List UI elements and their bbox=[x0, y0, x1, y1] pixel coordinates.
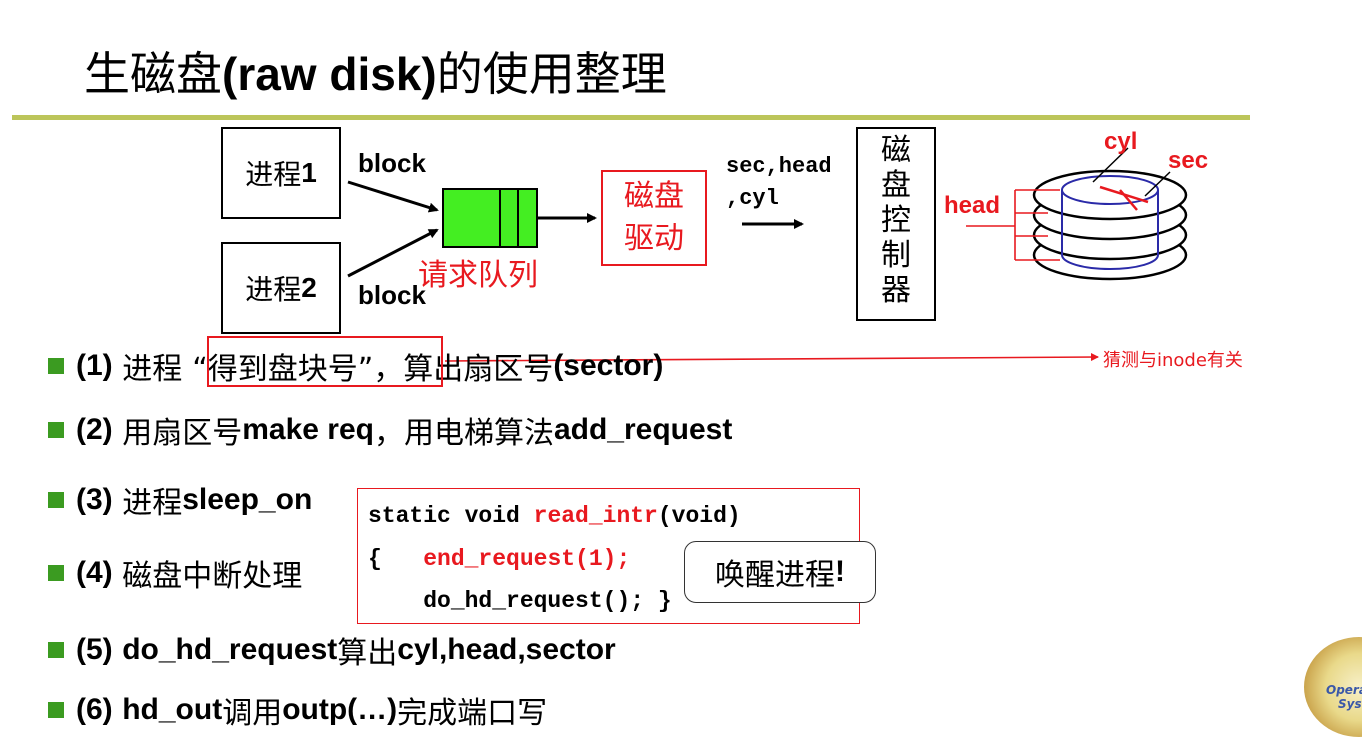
bullet-5-text1: 算出 bbox=[337, 636, 398, 671]
bullet-square bbox=[48, 492, 64, 508]
bullet-3-num: (3) bbox=[76, 483, 113, 516]
bullet-6: (6) hd_out 调用 outp(…) 完成端口写 bbox=[48, 690, 548, 731]
code-line-1: static void read_intr(void) bbox=[368, 503, 741, 529]
bullet-4-num: (4) bbox=[76, 556, 113, 589]
bullet-square bbox=[48, 565, 64, 581]
disk-cyl-label: cyl bbox=[1104, 128, 1138, 155]
inode-annotation: 猜测与inode有关 bbox=[1103, 350, 1243, 371]
process-2-number: 2 bbox=[301, 272, 317, 303]
bullet-square bbox=[48, 642, 64, 658]
controller-char: 器 bbox=[881, 273, 911, 308]
controller-char: 盘 bbox=[881, 168, 911, 203]
code-text: static void bbox=[368, 503, 534, 529]
block-label-bottom: block bbox=[358, 280, 426, 310]
bullet-6-text2: 完成端口写 bbox=[397, 696, 548, 731]
code-line-2: { end_request(1); bbox=[368, 546, 630, 572]
driver-line-2: 驱动 bbox=[624, 221, 684, 256]
process-1-box: 进程 1 bbox=[221, 127, 341, 219]
callout-text: 唤醒进程 bbox=[715, 558, 835, 593]
disk-head-label: head bbox=[944, 192, 1001, 219]
bullet-5: (5) do_hd_request 算出 cyl,head,sector bbox=[48, 630, 616, 671]
process-2-box: 进程 2 bbox=[221, 242, 341, 334]
bullet-square bbox=[48, 702, 64, 718]
bullet-3-text1: 进程 bbox=[122, 486, 183, 521]
process-2-label: 进程 bbox=[245, 273, 302, 306]
process-1-label: 进程 bbox=[245, 158, 302, 191]
bullet-2-bold2: add_request bbox=[553, 413, 733, 446]
bullet-2-bold1: make req bbox=[242, 413, 374, 446]
block-label-top: block bbox=[358, 148, 426, 178]
bullet-2-text1: 用扇区号 bbox=[122, 416, 243, 451]
bullet-2-num: (2) bbox=[76, 413, 113, 446]
bullet-3: (3) 进程 sleep_on bbox=[48, 480, 313, 521]
arrow-process1-queue bbox=[347, 180, 439, 213]
bullet-1-bold2: (sector) bbox=[553, 349, 664, 382]
bullet-5-bold1: do_hd_request bbox=[122, 633, 338, 666]
controller-char: 制 bbox=[881, 238, 911, 273]
bullet-1-text1: 进程 bbox=[122, 352, 183, 387]
bullet-1-num: (1) bbox=[76, 349, 113, 382]
bullet-5-num: (5) bbox=[76, 633, 113, 666]
bullet-square bbox=[48, 358, 64, 374]
bullet-4: (4) 磁盘中断处理 bbox=[48, 553, 303, 594]
params-line-2: ,cyl bbox=[726, 186, 779, 211]
code-end-request-call: end_request(1); bbox=[423, 546, 631, 572]
bullet-6-bold1: hd_out bbox=[122, 693, 223, 726]
bullet-2-text2: ，用电梯算法 bbox=[373, 416, 554, 451]
bullet-square bbox=[48, 422, 64, 438]
controller-char: 控 bbox=[881, 203, 911, 238]
bullet-6-text1: 调用 bbox=[222, 696, 283, 731]
controller-char: 磁 bbox=[881, 133, 911, 168]
bullet-2: (2) 用扇区号 make req ，用电梯算法 add_request bbox=[48, 410, 733, 451]
callout-bang: ! bbox=[835, 555, 845, 588]
driver-line-1: 磁盘 bbox=[624, 179, 684, 214]
queue-label: 请求队列 bbox=[418, 258, 538, 293]
disk-driver-box: 磁盘 驱动 bbox=[601, 170, 707, 266]
disk-sec-label: sec bbox=[1168, 147, 1209, 174]
disk-platters bbox=[1032, 169, 1188, 281]
highlight-box bbox=[207, 336, 443, 387]
bullet-6-bold2: outp(…) bbox=[282, 693, 398, 726]
code-line-3: do_hd_request(); } bbox=[368, 588, 672, 614]
process-1-number: 1 bbox=[301, 157, 317, 188]
code-function-name: read_intr bbox=[533, 503, 658, 529]
bullet-6-num: (6) bbox=[76, 693, 113, 726]
code-text: (void) bbox=[657, 503, 741, 529]
bullet-3-bold1: sleep_on bbox=[182, 483, 313, 516]
bullet-4-text1: 磁盘中断处理 bbox=[122, 559, 303, 594]
wake-process-callout: 唤醒进程! bbox=[684, 541, 876, 603]
request-queue bbox=[442, 188, 538, 248]
disk-controller-box: 磁 盘 控 制 器 bbox=[856, 127, 936, 321]
bullet-5-bold2: cyl,head,sector bbox=[397, 633, 616, 666]
code-text: { bbox=[368, 546, 424, 572]
params-line-1: sec,head bbox=[726, 154, 832, 179]
